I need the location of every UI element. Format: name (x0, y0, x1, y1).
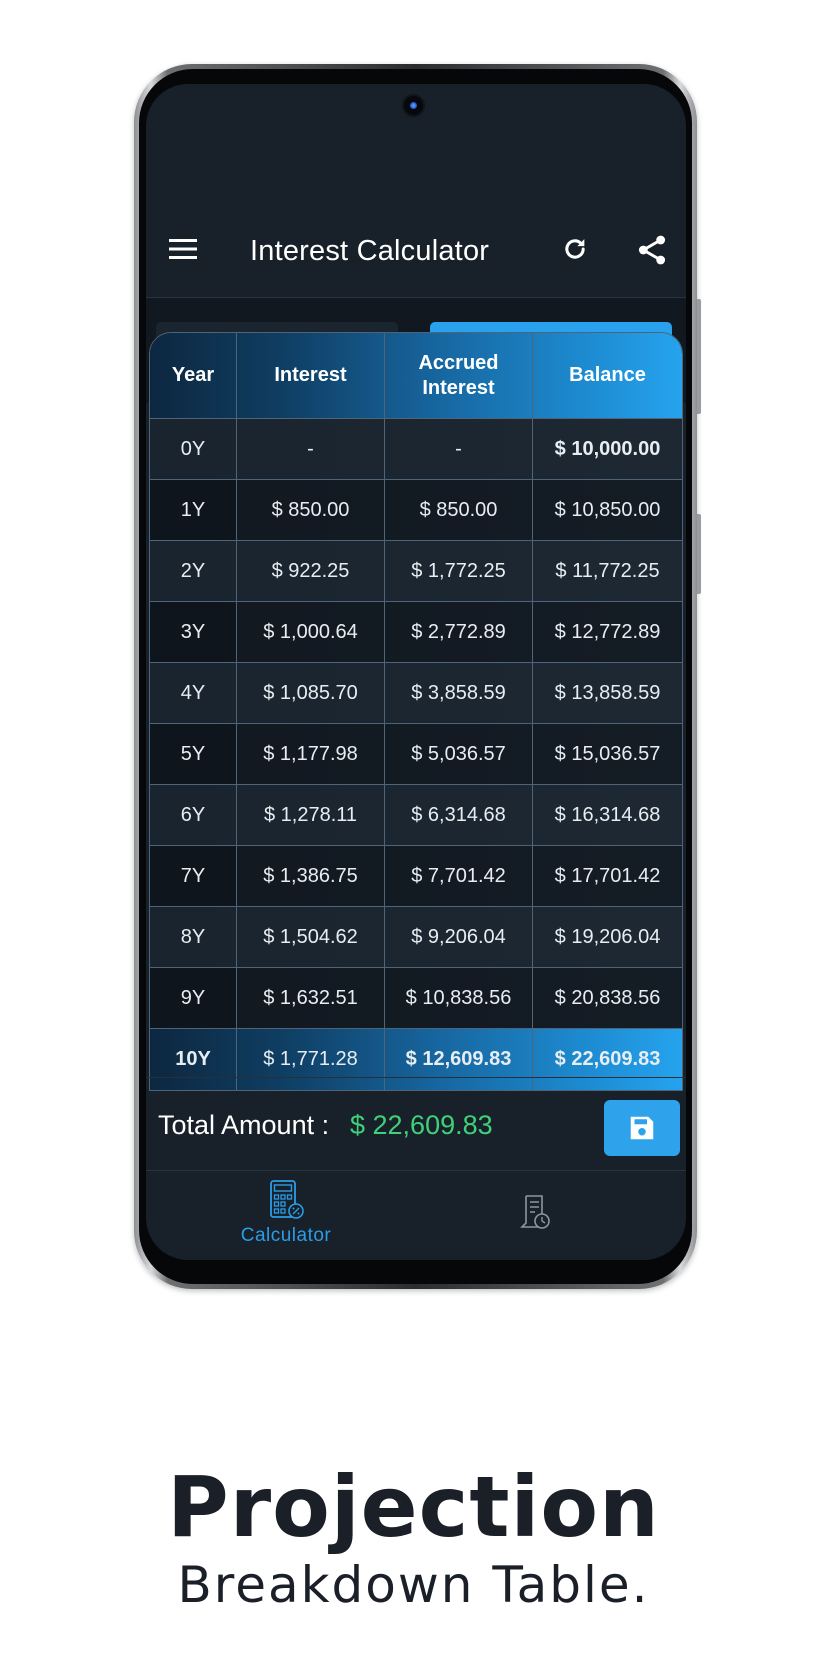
nav-calculator-label: Calculator (240, 1225, 332, 1246)
table-row: 9Y $ 1,632.51 $ 10,838.56 $ 20,838.56 (150, 968, 682, 1029)
balance-cell: $ 15,036.57 (533, 724, 682, 785)
column-header-accrued-line2: Interest (422, 376, 495, 399)
refresh-icon (565, 239, 585, 259)
front-camera (402, 94, 425, 117)
table-row: 5Y $ 1,177.98 $ 5,036.57 $ 15,036.57 (150, 724, 682, 785)
hamburger-menu-icon (169, 239, 197, 259)
calculator-percent-icon (270, 1180, 304, 1219)
total-amount-bar: Total Amount : $ 22,609.83 (146, 1077, 686, 1171)
table-row: 1Y $ 850.00 $ 850.00 $ 10,850.00 (150, 480, 682, 541)
year-cell: 6Y (150, 785, 237, 846)
balance-cell: $ 20,838.56 (533, 968, 682, 1029)
interest-cell: $ 922.25 (237, 541, 385, 602)
table-header-row: Year Interest Accrued Interest Balance (150, 333, 682, 419)
column-header-accrued-interest: Accrued Interest (385, 333, 533, 419)
balance-cell: $ 13,858.59 (533, 663, 682, 724)
year-cell: 1Y (150, 480, 237, 541)
column-header-accrued-line1: Accrued (418, 351, 499, 374)
year-cell: 7Y (150, 846, 237, 907)
table-row: 3Y $ 1,000.64 $ 2,772.89 $ 12,772.89 (150, 602, 682, 663)
table-row: 6Y $ 1,278.11 $ 6,314.68 $ 16,314.68 (150, 785, 682, 846)
column-header-interest: Interest (237, 333, 385, 419)
balance-cell: $ 11,772.25 (533, 541, 682, 602)
total-amount-value: $ 22,609.83 (350, 1110, 493, 1140)
table-row: 4Y $ 1,085.70 $ 3,858.59 $ 13,858.59 (150, 663, 682, 724)
year-cell: 4Y (150, 663, 237, 724)
balance-cell: $ 17,701.42 (533, 846, 682, 907)
balance-cell: $ 10,000.00 (533, 419, 682, 480)
total-amount-label: Total Amount : (158, 1110, 330, 1140)
accrued-interest-cell: - (385, 419, 533, 480)
balance-cell: $ 19,206.04 (533, 907, 682, 968)
app-title: Interest Calculator (250, 235, 490, 267)
interest-cell: $ 1,386.75 (237, 846, 385, 907)
share-button[interactable] (634, 232, 670, 268)
menu-button[interactable] (166, 232, 200, 266)
column-header-year: Year (150, 333, 237, 419)
year-cell: 3Y (150, 602, 237, 663)
table-row: 0Y - - $ 10,000.00 (150, 419, 682, 480)
year-cell: 9Y (150, 968, 237, 1029)
interest-cell: $ 1,085.70 (237, 663, 385, 724)
nav-calculator[interactable]: Calculator (186, 1179, 386, 1247)
caption-subtitle: Breakdown Table. (177, 1556, 650, 1614)
accrued-interest-cell: $ 6,314.68 (385, 785, 533, 846)
table-row: 7Y $ 1,386.75 $ 7,701.42 $ 17,701.42 (150, 846, 682, 907)
volume-button (697, 299, 701, 414)
accrued-interest-cell: $ 5,036.57 (385, 724, 533, 785)
column-header-balance: Balance (533, 333, 682, 419)
projection-table: Year Interest Accrued Interest Balance 0… (149, 332, 683, 1091)
year-cell: 5Y (150, 724, 237, 785)
accrued-interest-cell: $ 1,772.25 (385, 541, 533, 602)
accrued-interest-cell: $ 10,838.56 (385, 968, 533, 1029)
app-screen: Interest Calculator Year Interest Accrue… (146, 84, 686, 1260)
history-receipt-icon (520, 1195, 550, 1229)
interest-cell: - (237, 419, 385, 480)
table-row: 8Y $ 1,504.62 $ 9,206.04 $ 19,206.04 (150, 907, 682, 968)
nav-history[interactable] (436, 1193, 636, 1231)
year-cell: 8Y (150, 907, 237, 968)
caption-title: Projection (167, 1458, 660, 1556)
save-button[interactable] (604, 1100, 680, 1156)
app-bar: Interest Calculator (146, 202, 686, 298)
interest-cell: $ 1,000.64 (237, 602, 385, 663)
power-button (697, 514, 701, 594)
save-floppy-icon (630, 1116, 654, 1140)
interest-cell: $ 1,504.62 (237, 907, 385, 968)
table-body: 0Y - - $ 10,000.00 1Y $ 850.00 $ 850.00 $ 10,85… (150, 419, 682, 1090)
year-cell: 2Y (150, 541, 237, 602)
interest-cell: $ 1,177.98 (237, 724, 385, 785)
accrued-interest-cell: $ 7,701.42 (385, 846, 533, 907)
year-cell: 0Y (150, 419, 237, 480)
accrued-interest-cell: $ 3,858.59 (385, 663, 533, 724)
interest-cell: $ 1,278.11 (237, 785, 385, 846)
accrued-interest-cell: $ 850.00 (385, 480, 533, 541)
interest-cell: $ 1,632.51 (237, 968, 385, 1029)
accrued-interest-cell: $ 9,206.04 (385, 907, 533, 968)
accrued-interest-cell: $ 2,772.89 (385, 602, 533, 663)
bottom-navigation: Calculator (146, 1171, 686, 1260)
table-row: 2Y $ 922.25 $ 1,772.25 $ 11,772.25 (150, 541, 682, 602)
balance-cell: $ 16,314.68 (533, 785, 682, 846)
refresh-button[interactable] (558, 232, 592, 266)
balance-cell: $ 10,850.00 (533, 480, 682, 541)
share-icon (638, 235, 666, 265)
interest-cell: $ 850.00 (237, 480, 385, 541)
balance-cell: $ 12,772.89 (533, 602, 682, 663)
